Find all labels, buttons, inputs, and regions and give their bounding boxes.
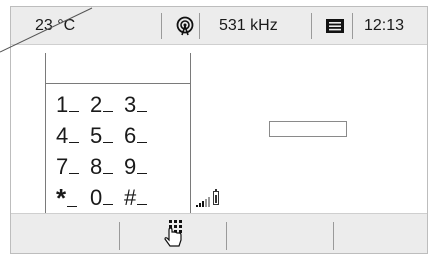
softkey-separator	[226, 222, 227, 250]
signal-bars-icon	[196, 197, 210, 207]
battery-icon	[213, 189, 219, 205]
key-4[interactable]: 4	[56, 124, 90, 147]
key-3[interactable]: 3	[124, 93, 158, 116]
key-star[interactable]: *	[56, 185, 90, 211]
key-6[interactable]: 6	[124, 124, 158, 147]
key-0[interactable]: 0	[90, 186, 124, 209]
radio-signal-icon	[175, 7, 195, 45]
keypad-row: 1 2 3	[56, 89, 190, 120]
number-input-box[interactable]	[269, 121, 347, 137]
status-separator	[199, 13, 200, 39]
key-5[interactable]: 5	[90, 124, 124, 147]
keypad-touch-icon[interactable]	[161, 218, 191, 250]
dial-keypad: 1 2 3 4 5 6 7 8 9 * 0 #	[45, 53, 191, 217]
key-2[interactable]: 2	[90, 93, 124, 116]
clock: 12:13	[364, 17, 405, 34]
key-1[interactable]: 1	[56, 93, 90, 116]
softkey-separator	[119, 222, 120, 250]
status-separator	[161, 13, 162, 39]
phone-screen: 23 °C 531 kHz 12:13 1 2 3 4 5 6 7 8 9 * …	[10, 6, 428, 254]
key-8[interactable]: 8	[90, 155, 124, 178]
message-icon[interactable]	[325, 7, 345, 45]
keypad-keys: 1 2 3 4 5 6 7 8 9 * 0 #	[56, 89, 190, 213]
keypad-row: * 0 #	[56, 182, 190, 213]
temperature-readout: 23 °C	[35, 17, 76, 34]
key-9[interactable]: 9	[124, 155, 158, 178]
softkey-separator	[333, 222, 334, 250]
status-separator	[352, 13, 353, 39]
key-7[interactable]: 7	[56, 155, 90, 178]
keypad-row: 4 5 6	[56, 120, 190, 151]
status-bar: 23 °C 531 kHz 12:13	[11, 7, 427, 45]
radio-frequency: 531 kHz	[219, 17, 278, 34]
keypad-row: 7 8 9	[56, 151, 190, 182]
softkey-bar	[11, 213, 427, 253]
dialed-number-display	[46, 59, 190, 84]
status-separator	[311, 13, 312, 39]
key-hash[interactable]: #	[124, 186, 158, 209]
